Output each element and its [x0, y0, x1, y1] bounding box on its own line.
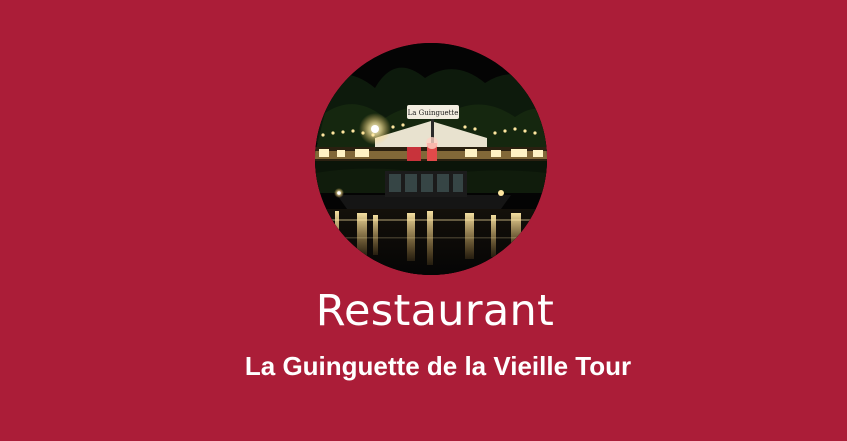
sign-text: La Guinguette — [408, 109, 459, 117]
riverside-night-image: La Guinguette — [315, 43, 547, 275]
profile-photo: La Guinguette — [315, 43, 547, 275]
page-title: La Guinguette de la Vieille Tour — [244, 351, 632, 381]
page-category: Restaurant — [315, 286, 555, 336]
